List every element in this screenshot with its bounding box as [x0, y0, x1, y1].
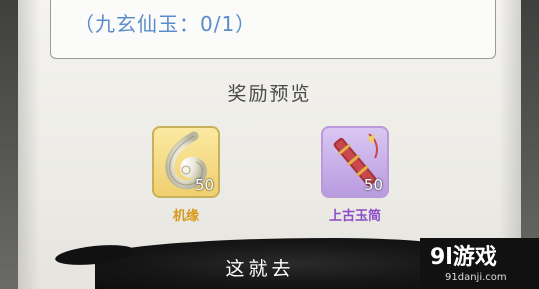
- panel-shade-left: [18, 0, 40, 289]
- reward-item-jiyuan[interactable]: 50: [152, 126, 220, 198]
- watermark-url: 91danji.com: [445, 272, 507, 283]
- reward-preview-title: 奖励预览: [227, 83, 312, 105]
- go-now-button[interactable]: 这就去: [95, 252, 425, 286]
- requirement-text: （九玄仙玉：0/1）: [74, 12, 257, 36]
- reward-name: 上古玉简: [328, 209, 381, 224]
- reward-item-shanggu-yujian[interactable]: 50: [321, 126, 389, 198]
- reward-quantity: 50: [194, 176, 214, 194]
- reward-quantity: 50: [363, 176, 383, 194]
- watermark-logo: 9l游戏: [430, 244, 497, 270]
- reward-name: 机缘: [172, 209, 199, 224]
- svg-text:9l游戏: 9l游戏: [430, 244, 497, 270]
